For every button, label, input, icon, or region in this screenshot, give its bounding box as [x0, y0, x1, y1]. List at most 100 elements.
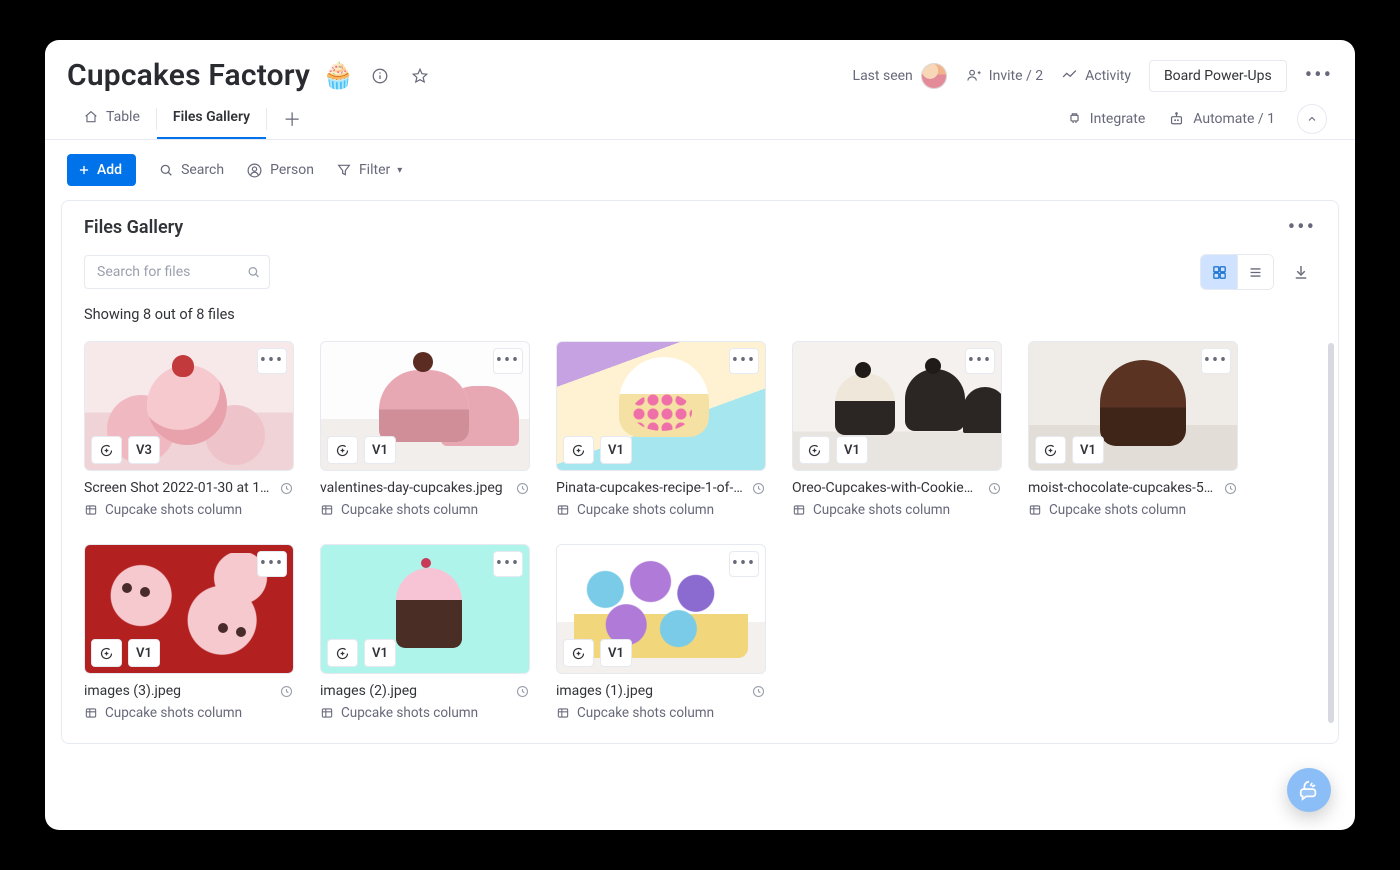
chevron-down-icon: ▾ [397, 165, 402, 176]
file-thumbnail[interactable]: ••• V1 [1028, 341, 1238, 471]
tab-files-gallery-label: Files Gallery [173, 109, 250, 125]
file-card[interactable]: ••• V1 Oreo-Cupcakes-with-Cookie… Cupcak… [792, 341, 1002, 518]
toolbar-filter-label: Filter [359, 162, 390, 178]
column-icon [84, 503, 98, 517]
toolbar-search[interactable]: Search [158, 162, 224, 178]
clock-icon [751, 481, 766, 496]
download-all-button[interactable] [1286, 257, 1316, 287]
add-comment-button[interactable] [91, 639, 122, 667]
file-menu-icon[interactable]: ••• [1201, 348, 1231, 374]
clock-icon [279, 684, 294, 699]
column-icon [792, 503, 806, 517]
column-label: Cupcake shots column [341, 502, 478, 518]
add-comment-button[interactable] [563, 639, 594, 667]
tab-files-gallery[interactable]: Files Gallery [157, 99, 266, 139]
file-menu-icon[interactable]: ••• [965, 348, 995, 374]
view-mode-toggle [1200, 254, 1274, 290]
activity-button[interactable]: Activity [1061, 67, 1131, 84]
invite-button[interactable]: Invite / 2 [965, 67, 1043, 84]
version-badge: V1 [600, 639, 632, 667]
add-comment-button[interactable] [799, 436, 830, 464]
automate-button[interactable]: Automate / 1 [1167, 111, 1275, 128]
file-menu-icon[interactable]: ••• [257, 551, 287, 577]
tab-table[interactable]: Table [67, 99, 156, 139]
clock-icon [515, 684, 530, 699]
toolbar-filter[interactable]: Filter ▾ [336, 162, 402, 178]
file-thumbnail[interactable]: ••• V1 [792, 341, 1002, 471]
version-badge: V1 [364, 639, 396, 667]
column-icon [84, 706, 98, 720]
search-icon [246, 265, 261, 280]
toolbar-person[interactable]: Person [246, 162, 314, 179]
tab-table-label: Table [106, 109, 140, 125]
file-menu-icon[interactable]: ••• [257, 348, 287, 374]
file-card[interactable]: ••• V1 moist-chocolate-cupcakes-5… Cupca… [1028, 341, 1238, 518]
file-card[interactable]: ••• V1 valentines-day-cupcakes.jpeg Cupc… [320, 341, 530, 518]
file-menu-icon[interactable]: ••• [493, 348, 523, 374]
clock-icon [751, 684, 766, 699]
add-view-button[interactable]: ＋ [267, 106, 317, 132]
column-icon [556, 503, 570, 517]
file-menu-icon[interactable]: ••• [729, 348, 759, 374]
panel-title: Files Gallery [84, 217, 183, 238]
add-comment-button[interactable] [91, 436, 122, 464]
column-label: Cupcake shots column [1049, 502, 1186, 518]
files-search[interactable] [84, 255, 270, 289]
board-toolbar: Add Search Person Filter ▾ [45, 140, 1355, 200]
column-label: Cupcake shots column [577, 705, 714, 721]
view-tabs: Table Files Gallery ＋ Integrate Automate… [45, 99, 1355, 140]
column-icon [320, 503, 334, 517]
add-button[interactable]: Add [67, 154, 136, 186]
feedback-fab[interactable] [1287, 768, 1331, 812]
clock-icon [279, 481, 294, 496]
version-badge: V1 [836, 436, 868, 464]
scrollbar[interactable] [1328, 343, 1334, 723]
integrate-button[interactable]: Integrate [1066, 111, 1146, 128]
powerups-button[interactable]: Board Power-Ups [1149, 60, 1287, 92]
file-thumbnail[interactable]: ••• V1 [556, 544, 766, 674]
add-label: Add [97, 162, 122, 178]
collapse-header-button[interactable] [1297, 104, 1327, 134]
automate-label: Automate / 1 [1193, 111, 1275, 127]
app-window: Cupcakes Factory 🧁 Last seen Invite / 2 [45, 40, 1355, 830]
activity-label: Activity [1085, 68, 1131, 84]
grid-view-button[interactable] [1201, 255, 1237, 289]
file-name: images (1).jpeg [556, 683, 743, 699]
star-icon[interactable] [405, 61, 435, 91]
integrate-label: Integrate [1090, 111, 1146, 127]
board-emoji: 🧁 [322, 61, 354, 91]
avatar [921, 63, 947, 89]
add-comment-button[interactable] [1035, 436, 1066, 464]
add-comment-button[interactable] [563, 436, 594, 464]
file-card[interactable]: ••• V3 Screen Shot 2022-01-30 at 1… Cupc… [84, 341, 294, 518]
files-search-input[interactable] [84, 255, 270, 289]
file-thumbnail[interactable]: ••• V3 [84, 341, 294, 471]
last-seen[interactable]: Last seen [853, 63, 947, 89]
add-comment-button[interactable] [327, 436, 358, 464]
column-icon [556, 706, 570, 720]
file-thumbnail[interactable]: ••• V1 [320, 544, 530, 674]
clock-icon [987, 481, 1002, 496]
clock-icon [515, 481, 530, 496]
column-label: Cupcake shots column [105, 502, 242, 518]
clock-icon [1223, 481, 1238, 496]
file-name: images (3).jpeg [84, 683, 271, 699]
file-card[interactable]: ••• V1 images (1).jpeg Cupcake shots col… [556, 544, 766, 721]
column-label: Cupcake shots column [813, 502, 950, 518]
file-menu-icon[interactable]: ••• [493, 551, 523, 577]
file-name: images (2).jpeg [320, 683, 507, 699]
file-menu-icon[interactable]: ••• [729, 551, 759, 577]
file-thumbnail[interactable]: ••• V1 [84, 544, 294, 674]
file-card[interactable]: ••• V1 images (3).jpeg Cupcake shots col… [84, 544, 294, 721]
list-view-button[interactable] [1237, 255, 1273, 289]
file-thumbnail[interactable]: ••• V1 [556, 341, 766, 471]
file-thumbnail[interactable]: ••• V1 [320, 341, 530, 471]
file-name: valentines-day-cupcakes.jpeg [320, 480, 507, 496]
file-card[interactable]: ••• V1 Pinata-cupcakes-recipe-1-of-… Cup… [556, 341, 766, 518]
toolbar-person-label: Person [270, 162, 314, 178]
add-comment-button[interactable] [327, 639, 358, 667]
file-card[interactable]: ••• V1 images (2).jpeg Cupcake shots col… [320, 544, 530, 721]
last-seen-label: Last seen [853, 68, 913, 84]
invite-label: Invite / 2 [989, 68, 1043, 84]
info-icon[interactable] [365, 61, 395, 91]
